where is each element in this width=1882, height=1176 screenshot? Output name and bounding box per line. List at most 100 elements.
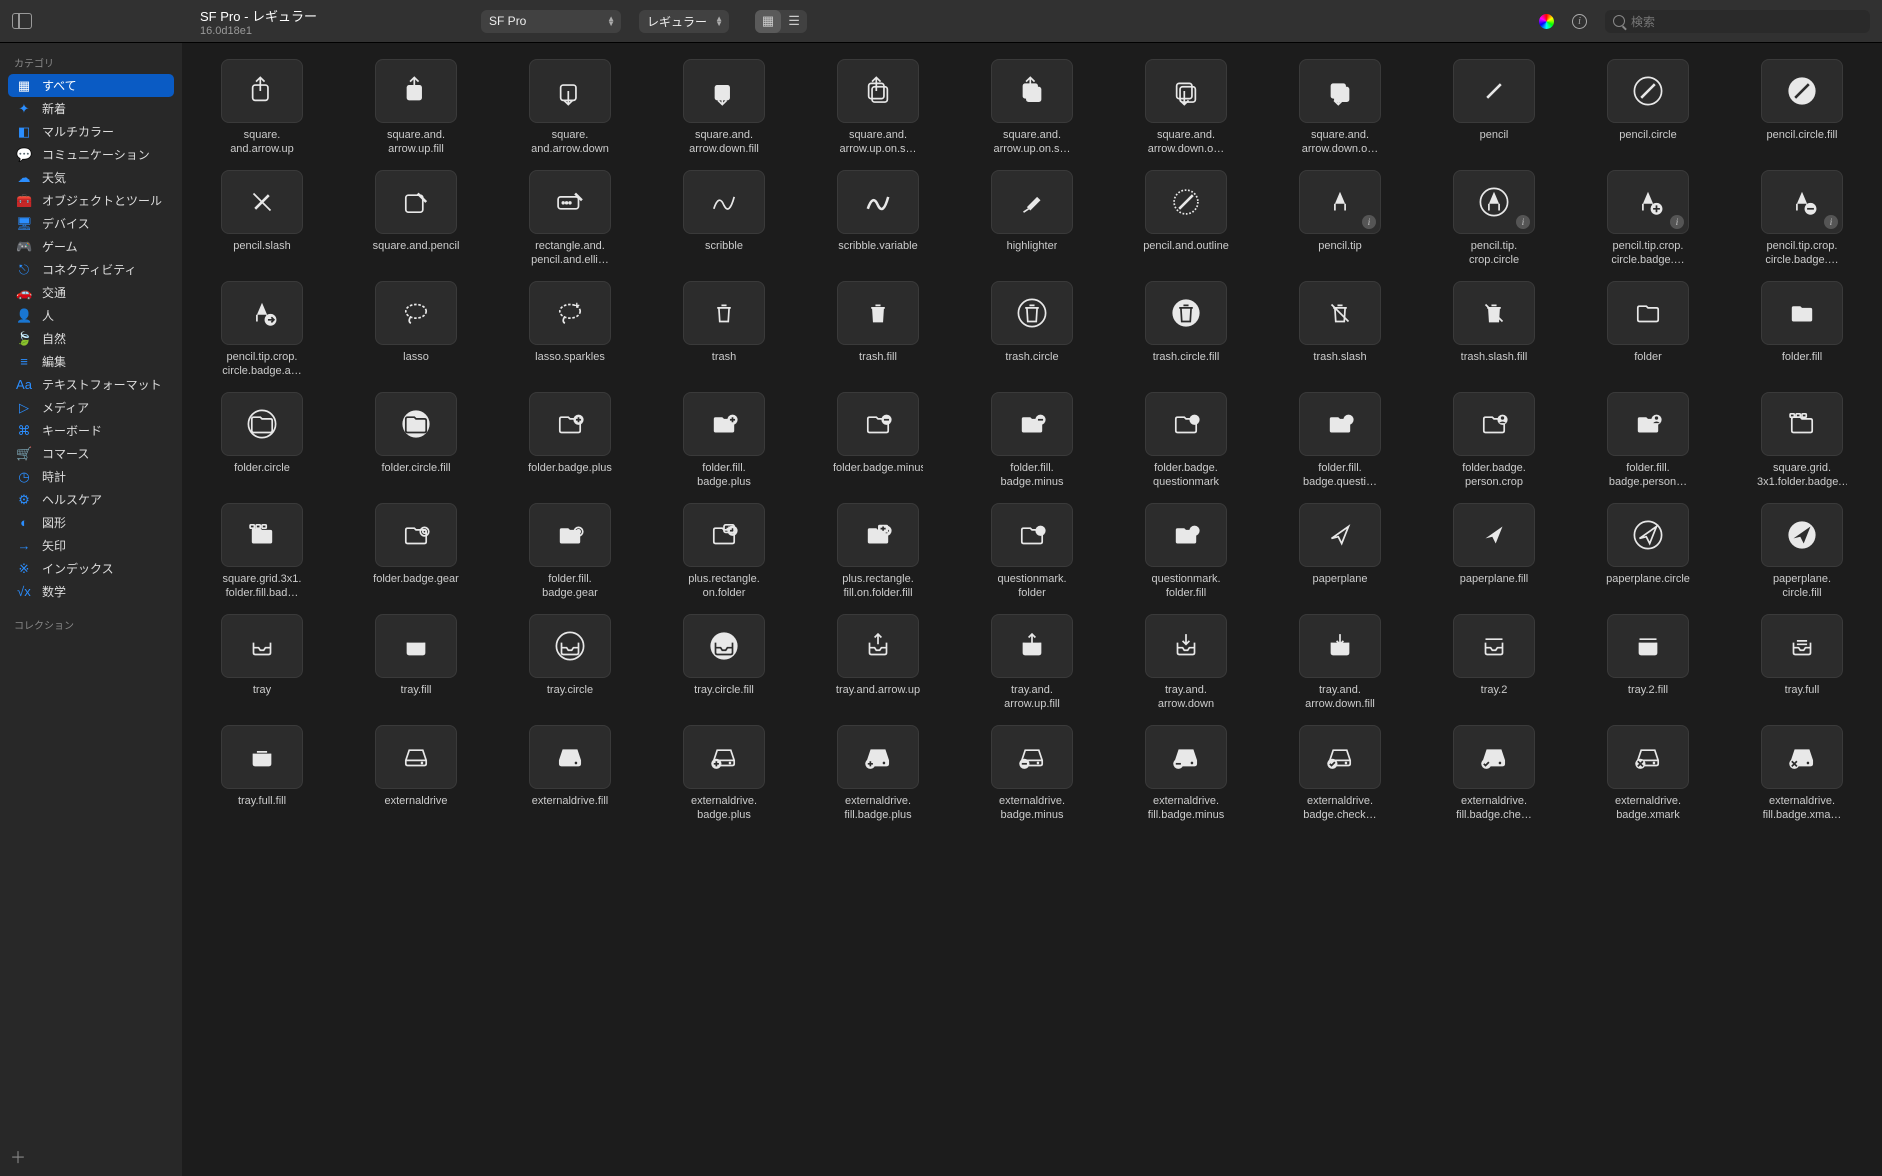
symbol-cell[interactable]: externaldrive.badge.xmark [1584, 725, 1712, 822]
color-picker-icon[interactable] [1539, 14, 1554, 29]
symbol-cell[interactable]: ipencil.tip.crop.circle.badge.… [1584, 170, 1712, 267]
sidebar-item-12[interactable]: ≡編集 [8, 350, 174, 373]
symbol-cell[interactable]: lasso.sparkles [506, 281, 634, 378]
symbol-cell[interactable]: ?questionmark.folder [968, 503, 1096, 600]
symbol-cell[interactable]: square.and.arrow.up [198, 59, 326, 156]
symbol-cell[interactable]: square.and.arrow.down.fill [660, 59, 788, 156]
sidebar-item-0[interactable]: ▦すべて [8, 74, 174, 97]
symbol-cell[interactable]: tray.circle.fill [660, 614, 788, 711]
sidebar-item-6[interactable]: 🖥デバイス [8, 212, 174, 235]
symbol-cell[interactable]: plus.rectangle.on.folder [660, 503, 788, 600]
symbol-cell[interactable]: tray.and.arrow.up [814, 614, 942, 711]
symbol-cell[interactable]: tray [198, 614, 326, 711]
symbol-cell[interactable]: trash.slash.fill [1430, 281, 1558, 378]
symbol-cell[interactable]: externaldrive.badge.plus [660, 725, 788, 822]
symbol-cell[interactable]: folder.circle.fill [352, 392, 480, 489]
list-view-button[interactable]: ☰ [781, 10, 807, 33]
symbol-cell[interactable]: highlighter [968, 170, 1096, 267]
symbol-cell[interactable]: pencil [1430, 59, 1558, 156]
symbol-cell[interactable]: tray.circle [506, 614, 634, 711]
symbol-cell[interactable]: paperplane.fill [1430, 503, 1558, 600]
symbol-cell[interactable]: square.grid.3x1.folder.fill.bad… [198, 503, 326, 600]
symbol-cell[interactable]: trash.circle.fill [1122, 281, 1250, 378]
sidebar-item-13[interactable]: Aaテキストフォーマット [8, 373, 174, 396]
symbol-cell[interactable]: square.and.arrow.down.o… [1122, 59, 1250, 156]
symbol-cell[interactable]: folder.badge.plus [506, 392, 634, 489]
symbol-cell[interactable]: folder [1584, 281, 1712, 378]
symbol-cell[interactable]: tray.full [1738, 614, 1866, 711]
symbol-cell[interactable]: square.and.arrow.up.on.s… [968, 59, 1096, 156]
symbol-cell[interactable]: pencil.circle.fill [1738, 59, 1866, 156]
symbol-cell[interactable]: externaldrive.fill.badge.minus [1122, 725, 1250, 822]
sidebar-item-21[interactable]: ※インデックス [8, 557, 174, 580]
sidebar-item-15[interactable]: ⌘キーボード [8, 419, 174, 442]
symbol-cell[interactable]: tray.2.fill [1584, 614, 1712, 711]
add-collection-button[interactable]: ＋ [10, 1144, 26, 1168]
symbol-cell[interactable]: tray.fill [352, 614, 480, 711]
sidebar-item-2[interactable]: ◧マルチカラー [8, 120, 174, 143]
symbol-cell[interactable]: externaldrive [352, 725, 480, 822]
search-input[interactable]: 検索 [1605, 10, 1870, 33]
sidebar-item-4[interactable]: ☁天気 [8, 166, 174, 189]
symbol-cell[interactable]: pencil.circle [1584, 59, 1712, 156]
symbol-cell[interactable]: square.and.pencil [352, 170, 480, 267]
sidebar-item-7[interactable]: 🎮ゲーム [8, 235, 174, 258]
symbol-cell[interactable]: rectangle.and.pencil.and.elli… [506, 170, 634, 267]
symbol-cell[interactable]: ipencil.tip.crop.circle.badge.… [1738, 170, 1866, 267]
sidebar-item-10[interactable]: 👤人 [8, 304, 174, 327]
symbol-cell[interactable]: trash.circle [968, 281, 1096, 378]
symbol-cell[interactable]: pencil.tip.crop.circle.badge.a… [198, 281, 326, 378]
info-icon[interactable]: i [1572, 14, 1587, 29]
symbol-cell[interactable]: externaldrive.badge.minus [968, 725, 1096, 822]
symbol-cell[interactable]: folder.circle [198, 392, 326, 489]
symbol-cell[interactable]: trash.slash [1276, 281, 1404, 378]
symbol-cell[interactable]: folder.fill.badge.gear [506, 503, 634, 600]
symbol-cell[interactable]: paperplane [1276, 503, 1404, 600]
symbol-cell[interactable]: folder.badge.gear [352, 503, 480, 600]
symbol-cell[interactable]: square.and.arrow.down.o… [1276, 59, 1404, 156]
symbol-cell[interactable]: tray.2 [1430, 614, 1558, 711]
symbol-cell[interactable]: scribble [660, 170, 788, 267]
symbol-cell[interactable]: lasso [352, 281, 480, 378]
symbol-cell[interactable]: ipencil.tip.crop.circle [1430, 170, 1558, 267]
symbol-cell[interactable]: folder.fill.badge.plus [660, 392, 788, 489]
sidebar-item-18[interactable]: ⚙ヘルスケア [8, 488, 174, 511]
font-family-select[interactable]: SF Pro ▲▼ [481, 10, 621, 33]
symbol-cell[interactable]: paperplane.circle.fill [1738, 503, 1866, 600]
symbol-cell[interactable]: folder.badge.person.crop [1430, 392, 1558, 489]
symbol-cell[interactable]: tray.and.arrow.up.fill [968, 614, 1096, 711]
sidebar-item-19[interactable]: ◐図形 [8, 511, 174, 534]
symbol-cell[interactable]: ?folder.fill.badge.questi… [1276, 392, 1404, 489]
sidebar-item-5[interactable]: 🧰オブジェクトとツール [8, 189, 174, 212]
symbol-cell[interactable]: tray.full.fill [198, 725, 326, 822]
font-weight-select[interactable]: レギュラー ▲▼ [639, 10, 729, 33]
symbol-cell[interactable]: trash [660, 281, 788, 378]
sidebar-item-8[interactable]: ⎋コネクティビティ [8, 258, 174, 281]
symbol-cell[interactable]: folder.fill.badge.minus [968, 392, 1096, 489]
sidebar-item-16[interactable]: 🛒コマース [8, 442, 174, 465]
sidebar-item-20[interactable]: →矢印 [8, 534, 174, 557]
sidebar-item-3[interactable]: 💬コミュニケーション [8, 143, 174, 166]
symbol-cell[interactable]: plus.rectangle.fill.on.folder.fill [814, 503, 942, 600]
symbol-cell[interactable]: square.and.arrow.up.fill [352, 59, 480, 156]
symbol-cell[interactable]: ?folder.badge.questionmark [1122, 392, 1250, 489]
sidebar-item-22[interactable]: √x数学 [8, 580, 174, 603]
symbol-cell[interactable]: externaldrive.fill.badge.che… [1430, 725, 1558, 822]
symbol-cell[interactable]: square.and.arrow.up.on.s… [814, 59, 942, 156]
symbol-cell[interactable]: tray.and.arrow.down.fill [1276, 614, 1404, 711]
sidebar-item-11[interactable]: 🍃自然 [8, 327, 174, 350]
symbol-cell[interactable]: pencil.and.outline [1122, 170, 1250, 267]
symbol-cell[interactable]: externaldrive.fill.badge.xma… [1738, 725, 1866, 822]
symbol-cell[interactable]: square.and.arrow.down [506, 59, 634, 156]
sidebar-item-9[interactable]: 🚗交通 [8, 281, 174, 304]
symbol-cell[interactable]: externaldrive.badge.check… [1276, 725, 1404, 822]
symbol-cell[interactable]: paperplane.circle [1584, 503, 1712, 600]
sidebar-toggle-icon[interactable] [12, 13, 32, 29]
symbol-cell[interactable]: tray.and.arrow.down [1122, 614, 1250, 711]
symbol-cell[interactable]: folder.fill.badge.person… [1584, 392, 1712, 489]
symbol-cell[interactable]: folder.fill [1738, 281, 1866, 378]
sidebar-item-14[interactable]: ▷メディア [8, 396, 174, 419]
sidebar-item-1[interactable]: ✦新着 [8, 97, 174, 120]
symbol-cell[interactable]: trash.fill [814, 281, 942, 378]
symbol-cell[interactable]: square.grid.3x1.folder.badge.… [1738, 392, 1866, 489]
